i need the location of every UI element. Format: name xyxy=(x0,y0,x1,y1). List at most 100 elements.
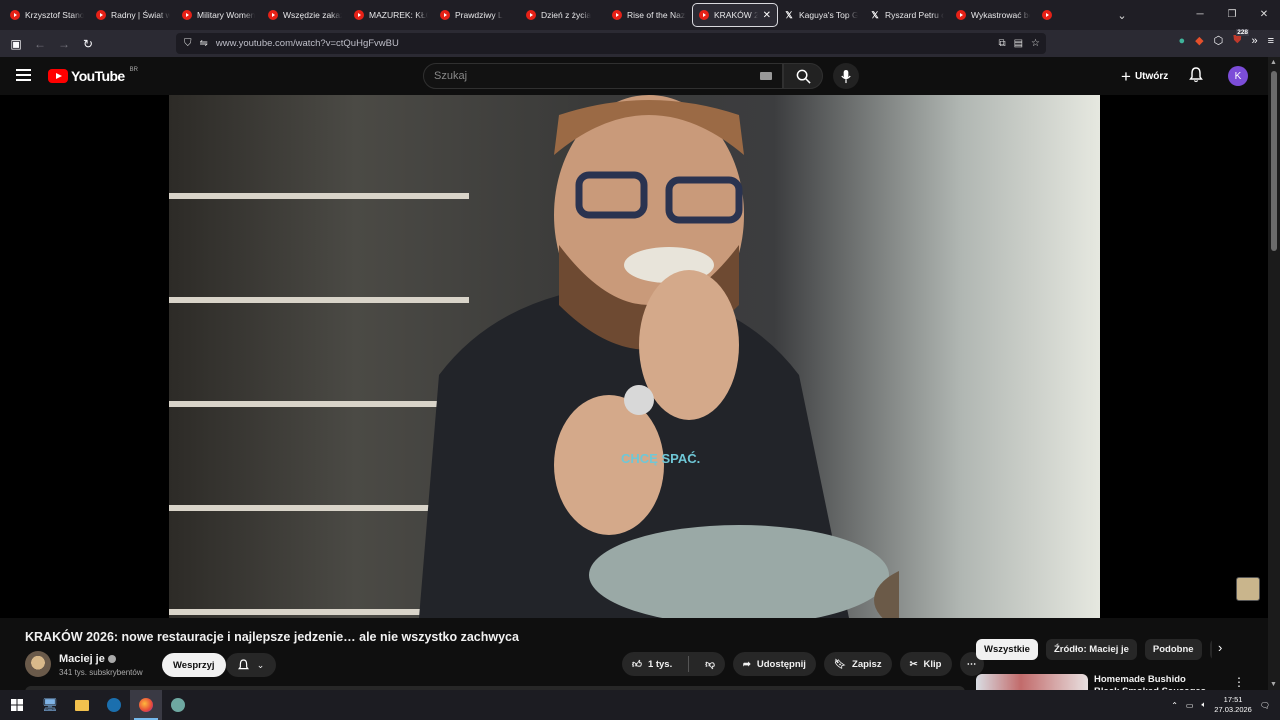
browser-tab[interactable]: MAZUREK: KŁOD xyxy=(348,3,434,27)
account-avatar[interactable]: K xyxy=(1228,66,1248,86)
search-button[interactable] xyxy=(783,63,823,89)
dislike-button[interactable]: 👎︎ xyxy=(695,652,725,676)
restore-icon[interactable]: ❐ xyxy=(1216,0,1248,30)
video-frame[interactable]: CHCĘ SPAĆ. xyxy=(169,95,1100,618)
scroll-up-icon[interactable]: ▲ xyxy=(1270,59,1277,66)
support-button[interactable]: Wesprzyj xyxy=(162,653,226,677)
youtube-icon xyxy=(1042,10,1052,20)
url-text[interactable]: www.youtube.com/watch?v=ctQuHgFvwBU xyxy=(216,38,399,49)
video-info-section: KRAKÓW 2026: nowe restauracje i najlepsz… xyxy=(0,618,1268,692)
network-icon[interactable]: ▭ xyxy=(1186,701,1194,710)
youtube-icon xyxy=(354,10,364,20)
browser-tab[interactable]: Radny | Świat w xyxy=(90,3,176,27)
recommended-title[interactable]: Homemade Bushido Black Smoked Sausages i… xyxy=(1094,674,1210,690)
voice-search-button[interactable] xyxy=(833,63,859,89)
like-button[interactable]: 👍︎ 1 tys. xyxy=(622,652,682,676)
keyboard-icon[interactable] xyxy=(760,72,772,80)
channel-watermark[interactable] xyxy=(1236,577,1260,601)
filter-chip[interactable]: Podobne xyxy=(1144,639,1202,660)
browser-tab[interactable]: Rise of the Nazis xyxy=(606,3,692,27)
channel-name[interactable]: Maciej je xyxy=(59,653,105,665)
more-horizontal-icon: ⋯ xyxy=(966,658,977,670)
fox-extension-icon[interactable]: ◆ xyxy=(1195,34,1203,47)
browser-tab[interactable]: Wszędzie zakaz xyxy=(262,3,348,27)
list-all-tabs-icon[interactable]: ⌄ xyxy=(1108,9,1136,22)
ublock-extension-icon[interactable]: ⛊ 228 xyxy=(1233,29,1250,47)
address-bar[interactable]: ⛉ ⇋ www.youtube.com/watch?v=ctQuHgFvwBU … xyxy=(176,33,1046,54)
steam-icon[interactable] xyxy=(98,690,130,720)
channel-name-row[interactable]: Maciej je xyxy=(59,653,116,665)
file-explorer-icon[interactable] xyxy=(66,690,98,720)
tab-label: KRAKÓW 2026 xyxy=(714,10,758,20)
overflow-chevron-icon[interactable]: » xyxy=(1251,35,1257,47)
vpn-extension-icon[interactable]: ● xyxy=(1178,35,1185,47)
minimize-icon[interactable]: ─ xyxy=(1184,0,1216,30)
video-title: KRAKÓW 2026: nowe restauracje i najlepsz… xyxy=(25,630,519,644)
recommended-thumbnail[interactable] xyxy=(976,674,1088,690)
youtube-logo[interactable]: YouTube BR xyxy=(48,67,138,84)
guide-menu-icon[interactable] xyxy=(16,69,31,81)
browser-nav-bar: ▣ ← → ↻ ⛉ ⇋ www.youtube.com/watch?v=ctQu… xyxy=(0,29,1280,57)
verified-icon xyxy=(107,655,116,664)
scrollbar-thumb[interactable] xyxy=(1271,71,1277,251)
search-input[interactable] xyxy=(434,70,734,82)
browser-tab[interactable]: Wykastrować be xyxy=(950,3,1036,27)
tray-chevron-icon[interactable]: ⌃ xyxy=(1171,701,1178,710)
computer-icon[interactable]: 🖥︎ xyxy=(34,690,66,720)
notification-center-icon[interactable]: 🗨︎ xyxy=(1260,701,1270,710)
browser-tab[interactable]: Military Women xyxy=(176,3,262,27)
clip-button[interactable]: ✂ Klip xyxy=(899,652,952,676)
firefox-icon[interactable] xyxy=(130,690,162,720)
browser-tab[interactable]: 𝕏 Ryszard Petru on xyxy=(864,3,950,27)
youtube-icon xyxy=(526,10,536,20)
share-button[interactable]: ➦ Udostępnij xyxy=(732,652,816,676)
recommended-menu-icon[interactable]: ⋮ xyxy=(1233,675,1245,689)
volume-icon[interactable]: 🔈︎ xyxy=(1201,700,1206,710)
browser-tab[interactable]: KRAKÓW 2026 ✕ xyxy=(692,3,778,27)
reload-icon[interactable]: ↻ xyxy=(76,37,100,51)
search-box xyxy=(423,63,783,89)
video-actions: 👍︎ 1 tys. 👎︎ ➦ Udostępnij 🔖︎ Zapisz ✂ Kl… xyxy=(622,652,984,676)
browser-tab[interactable]: Dzień z życia xyxy=(520,3,606,27)
page-scrollbar[interactable]: ▲ ▼ xyxy=(1268,57,1280,690)
filter-chip[interactable]: Wszystkie xyxy=(976,639,1038,660)
app-menu-icon[interactable]: ≡ xyxy=(1268,35,1274,47)
reader-view-icon[interactable]: ▤ xyxy=(1014,38,1023,49)
scroll-down-icon[interactable]: ▼ xyxy=(1270,681,1277,688)
region-code: BR xyxy=(129,67,138,73)
extension-badge: 228 xyxy=(1236,29,1250,36)
youtube-header: YouTube BR + Utwórz K xyxy=(0,57,1268,95)
browser-tab[interactable] xyxy=(1036,3,1108,27)
browser-tab[interactable]: Krzysztof Stanow xyxy=(4,3,90,27)
video-player[interactable]: CHCĘ SPAĆ. xyxy=(0,95,1268,618)
share-arrow-icon: ➦ xyxy=(742,658,751,670)
notifications-button[interactable] xyxy=(1189,67,1203,88)
app-icon[interactable] xyxy=(162,690,194,720)
clock[interactable]: 17:51 27.03.2026 xyxy=(1214,695,1252,715)
close-icon[interactable]: ✕ xyxy=(1248,0,1280,30)
back-icon[interactable]: ← xyxy=(28,37,52,51)
browser-tab[interactable]: Prawdziwy L xyxy=(434,3,520,27)
youtube-icon xyxy=(440,10,450,20)
filter-chip[interactable]: Źródło: Maciej je xyxy=(1045,639,1137,660)
save-label: Zapisz xyxy=(852,658,882,670)
windows-start-icon[interactable] xyxy=(0,690,34,720)
tab-close-icon[interactable]: ✕ xyxy=(763,10,771,21)
picture-in-picture-icon[interactable]: ⧉ xyxy=(998,38,1005,49)
channel-avatar[interactable] xyxy=(25,651,51,677)
search-icon xyxy=(796,69,811,84)
forward-icon[interactable]: → xyxy=(52,37,76,51)
sidebar-toggle-icon[interactable]: ▣ xyxy=(4,37,28,51)
save-button[interactable]: 🔖︎ Zapisz xyxy=(823,652,892,676)
extensions-puzzle-icon[interactable]: ⬡ xyxy=(1214,34,1224,47)
create-button[interactable]: + Utwórz xyxy=(1115,65,1174,87)
youtube-icon xyxy=(96,10,106,20)
create-label: Utwórz xyxy=(1134,70,1169,82)
filter-chip[interactable]: Dla xyxy=(1209,639,1212,660)
subscription-notifications-button[interactable]: ⌄ xyxy=(226,653,276,677)
browser-tab[interactable]: 𝕏 Kaguya's Top Ga xyxy=(778,3,864,27)
bookmark-star-icon[interactable]: ☆ xyxy=(1031,38,1040,49)
permissions-icon[interactable]: ⇋ xyxy=(200,38,208,49)
chips-next-icon[interactable]: › xyxy=(1218,640,1222,655)
clip-label: Klip xyxy=(923,658,942,670)
